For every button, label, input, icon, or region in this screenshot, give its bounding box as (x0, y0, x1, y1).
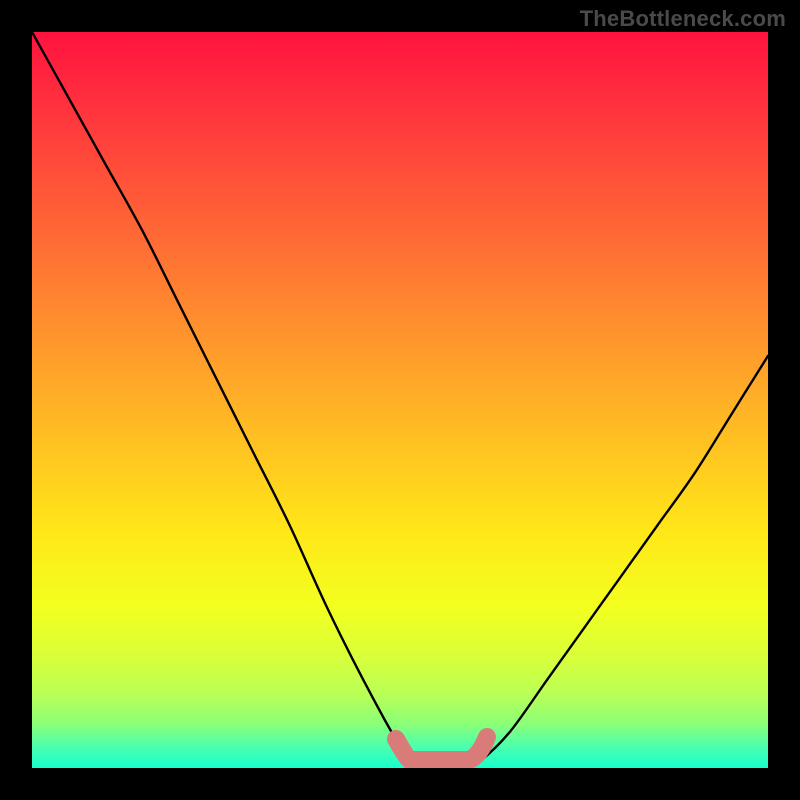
chart-svg (32, 32, 768, 768)
bottleneck-curve-line (32, 32, 768, 768)
chart-frame: TheBottleneck.com (0, 0, 800, 800)
chart-plot-area (32, 32, 768, 768)
watermark-text: TheBottleneck.com (580, 6, 786, 32)
optimum-marker (396, 737, 487, 760)
